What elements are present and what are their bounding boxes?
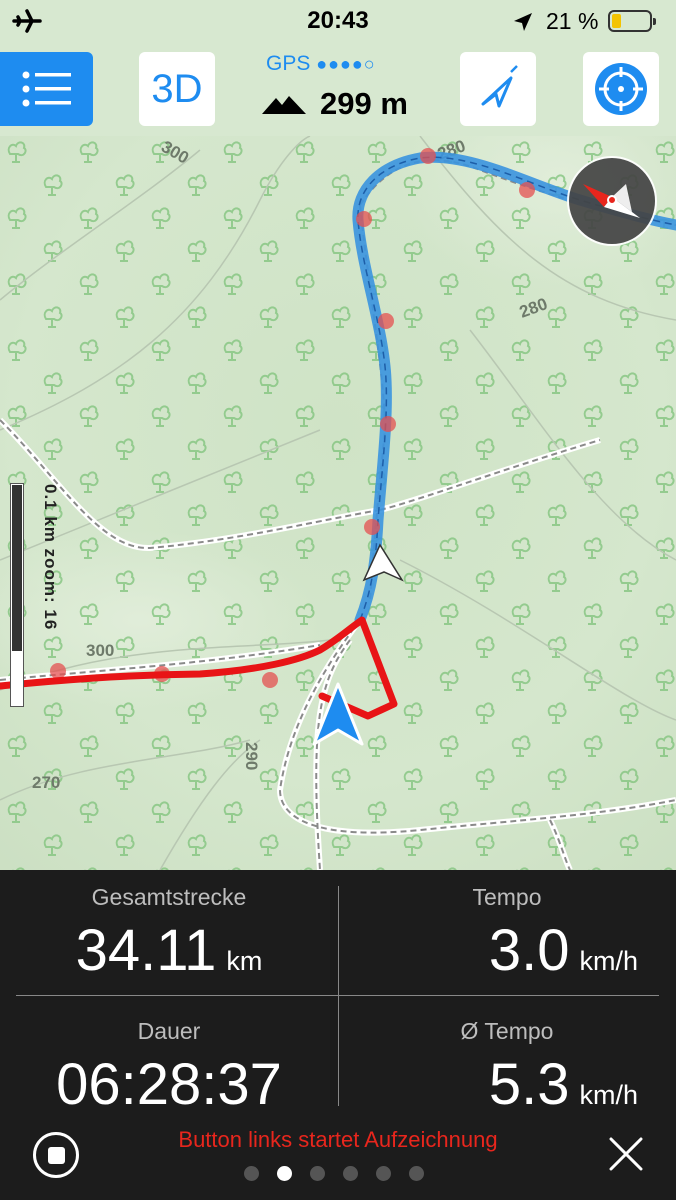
stat-avg-speed[interactable]: Ø Tempo 5.3 km/h bbox=[338, 1018, 676, 1118]
gps-signal-indicator: ●●●●○ bbox=[316, 54, 376, 74]
map-toolbar: 3D GPS ●●●●○ 299 m bbox=[0, 44, 676, 136]
close-icon[interactable] bbox=[606, 1134, 646, 1174]
stat-unit: km/h bbox=[579, 1080, 638, 1110]
stats-panel: Gesamtstrecke 34.11 km Tempo 3.0 km/h Daue… bbox=[0, 870, 676, 1200]
page-dot[interactable] bbox=[310, 1166, 325, 1181]
altitude-display: 299 m bbox=[262, 86, 408, 122]
battery-percent: 21 % bbox=[546, 8, 599, 34]
navigation-arrow-icon bbox=[481, 65, 518, 108]
altitude-value: 299 m bbox=[320, 86, 408, 121]
stat-label: Ø Tempo bbox=[460, 1018, 554, 1044]
stat-label: Dauer bbox=[137, 1018, 201, 1044]
page-dot[interactable] bbox=[343, 1166, 358, 1181]
stat-unit: km/h bbox=[579, 946, 638, 976]
navigation-mode-button[interactable] bbox=[460, 52, 536, 126]
page-dot-active[interactable] bbox=[277, 1166, 292, 1181]
stat-unit: km bbox=[226, 946, 263, 976]
list-menu-icon bbox=[22, 71, 71, 107]
battery-icon bbox=[608, 10, 656, 32]
compass-icon[interactable] bbox=[567, 156, 657, 246]
contour-label: 300 bbox=[86, 641, 114, 660]
scale-zoom-label: 0.1 km zoom: 16 bbox=[41, 484, 60, 631]
mountain-icon bbox=[262, 96, 306, 114]
page-indicator[interactable] bbox=[244, 1166, 424, 1181]
stat-label: Gesamtstrecke bbox=[91, 884, 247, 910]
hint-text: Button links startet Aufzeichnung bbox=[178, 1127, 498, 1152]
contour-label: 290 bbox=[242, 742, 261, 770]
stat-value: 34.11 bbox=[75, 918, 217, 983]
menu-button[interactable] bbox=[0, 52, 93, 126]
scale-bar bbox=[10, 483, 24, 707]
stat-value: 3.0 bbox=[488, 918, 570, 983]
gps-label: GPS bbox=[266, 52, 311, 75]
stat-distance[interactable]: Gesamtstrecke 34.11 km bbox=[0, 884, 338, 984]
status-bar: 20:43 21 % bbox=[0, 0, 676, 44]
gps-status: GPS ●●●●○ bbox=[266, 52, 376, 76]
map-canvas: 300 280 280 300 270 290 bbox=[0, 70, 676, 872]
3d-view-button[interactable]: 3D bbox=[139, 52, 215, 126]
page-dot[interactable] bbox=[376, 1166, 391, 1181]
stat-value: 06:28:37 bbox=[56, 1052, 282, 1117]
page-dot[interactable] bbox=[409, 1166, 424, 1181]
divider bbox=[16, 995, 659, 996]
page-dot[interactable] bbox=[244, 1166, 259, 1181]
stat-value: 5.3 bbox=[488, 1052, 570, 1117]
stat-label: Tempo bbox=[472, 884, 542, 910]
stat-duration[interactable]: Dauer 06:28:37 bbox=[0, 1018, 338, 1118]
stat-speed[interactable]: Tempo 3.0 km/h bbox=[338, 884, 676, 984]
contour-label: 270 bbox=[32, 773, 60, 792]
crosshair-icon bbox=[595, 63, 647, 115]
location-arrow-icon bbox=[514, 13, 532, 31]
center-location-button[interactable] bbox=[583, 52, 659, 126]
map-view[interactable]: 300 280 280 300 270 290 0.1 km zoom: 16 bbox=[0, 70, 676, 872]
